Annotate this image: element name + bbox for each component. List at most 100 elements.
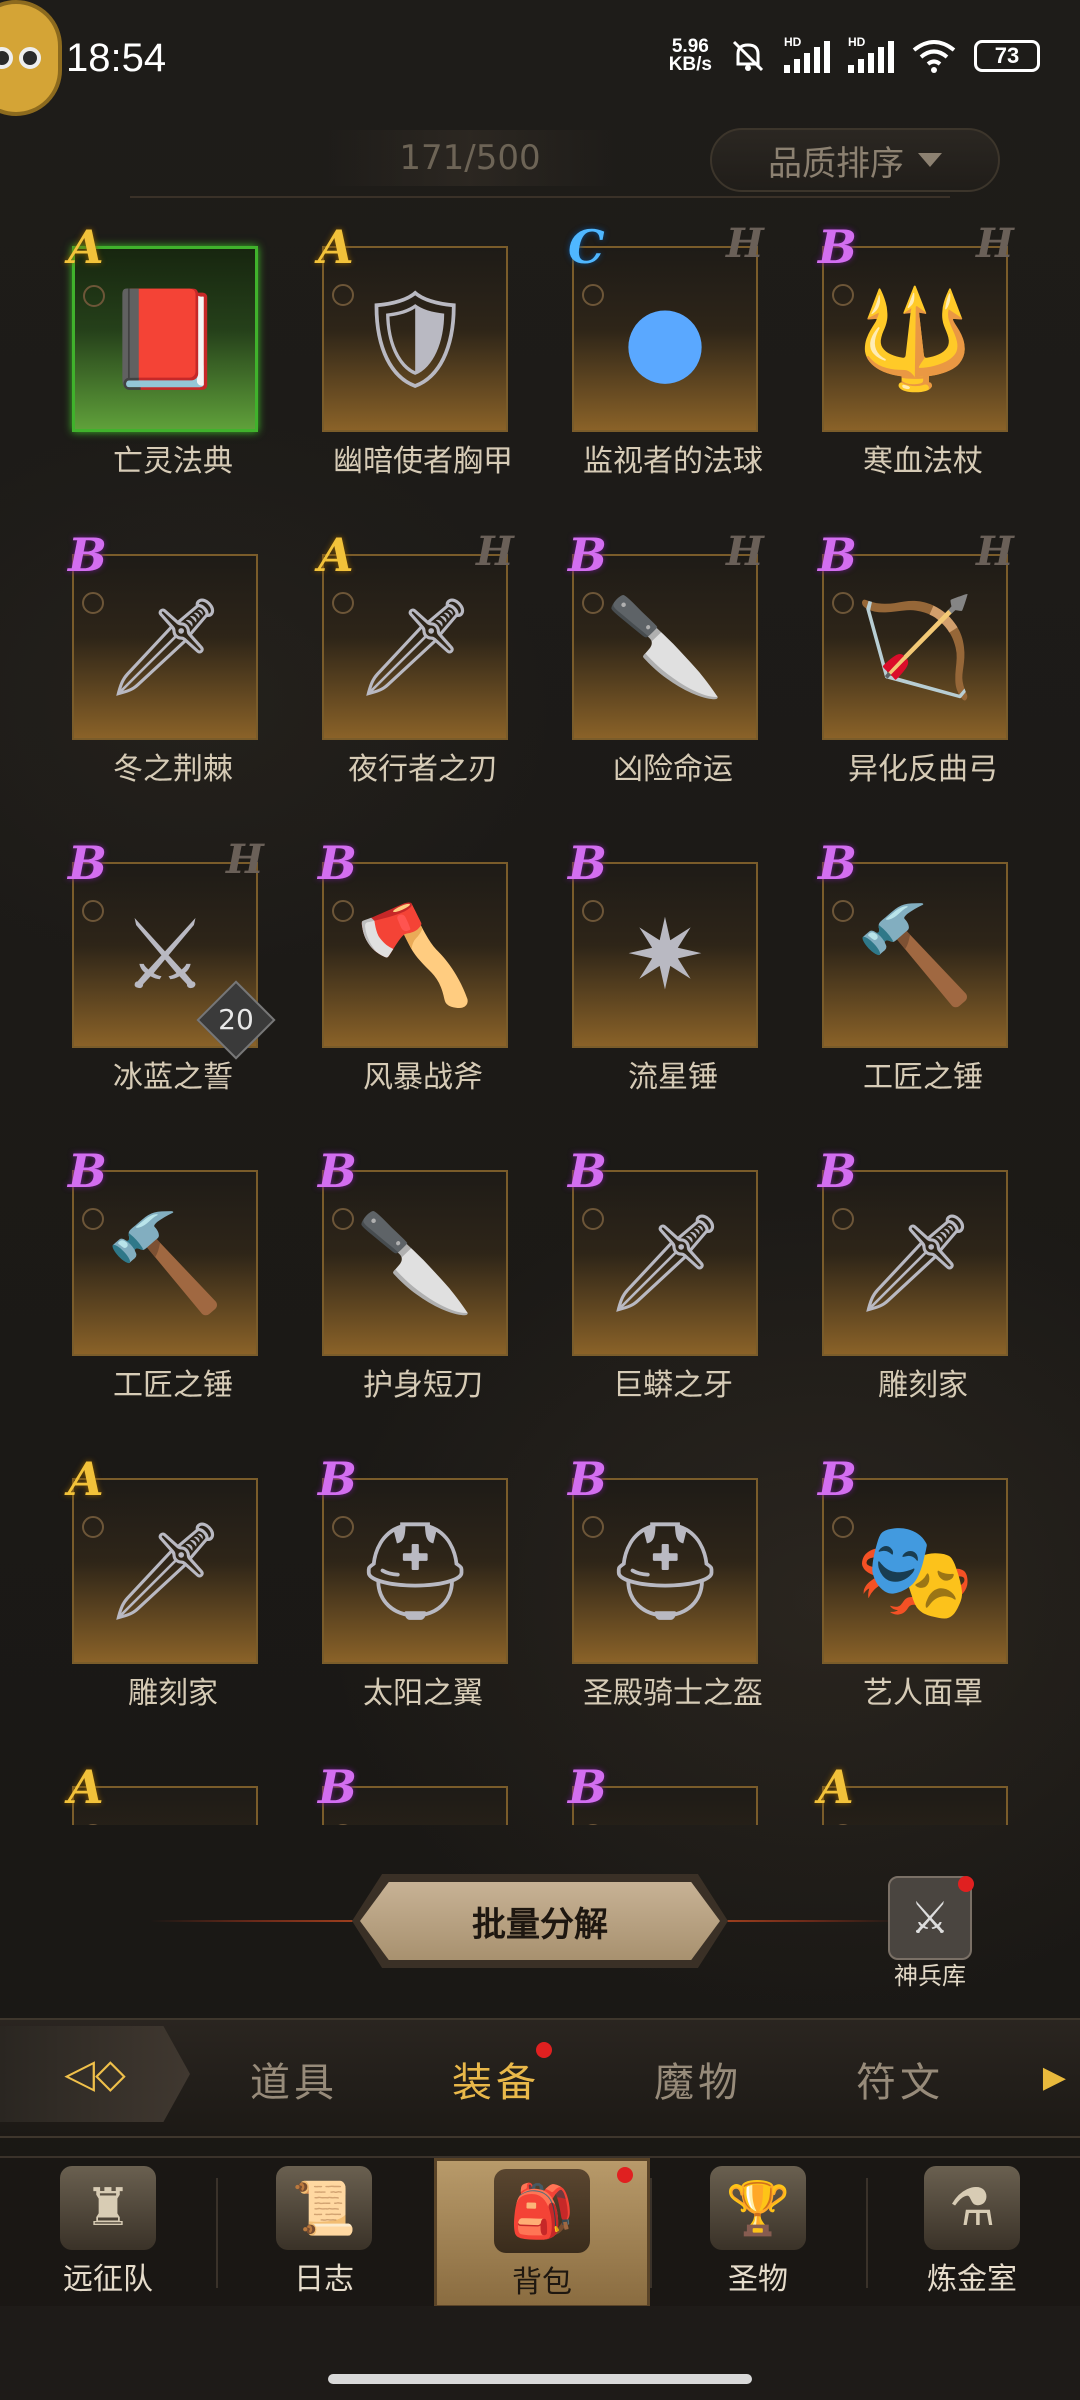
short-blade-icon: 🔪 [355,1206,475,1319]
grade-badge: A [318,220,354,274]
inventory-grid-viewport[interactable]: 📕 A 亡灵法典 🛡 A 幽暗使者胸甲 ● C H 监视者的法球 🔱 B H 寒血法杖 🗡 B 冬之荆棘 🗡 A H 夜… [0,220,1080,1825]
inventory-item[interactable]: 🗡 B 巨蟒之牙 [560,1144,810,1408]
tab-runes[interactable]: 符文 [856,2050,944,2108]
tabs-next-arrow-icon[interactable]: ▶ [1043,2060,1066,2095]
home-indicator[interactable] [328,2374,752,2384]
inventory-item[interactable]: ◆A [60,1760,310,1825]
item-name: 雕刻家 [128,1676,218,1711]
nav-expedition-label: 远征队 [63,2262,153,2297]
grade-badge: A [68,1452,104,1506]
grade-badge: A [68,1760,104,1814]
grade-badge: B [568,528,607,582]
item-name: 圣殿骑士之盔 [583,1676,763,1711]
inventory-item[interactable]: ◆A [810,1760,1060,1825]
dagger-icon: 🗡 [354,590,476,703]
header-divider [130,196,950,216]
grade-badge: B [68,528,107,582]
bottom-nav: ♜ 远征队 📜 日志 🎒 背包 🏆 圣物 ⚗ 炼金室 [0,2156,1080,2308]
item-icon: ◆ [845,1799,985,1825]
bulk-action-bar: 批量分解 ⚔ 神兵库 [0,1860,1080,1990]
nav-backpack[interactable]: 🎒 背包 [434,2158,650,2308]
inventory-item[interactable]: 🪓 B 风暴战斧 [310,836,560,1100]
grade-badge: B [68,836,107,890]
tab-monsters[interactable]: 魔物 [654,2050,742,2108]
inventory-item[interactable]: ⛑ B 圣殿骑士之盔 [560,1452,810,1716]
inventory-item[interactable]: 🎭 B 艺人面罩 [810,1452,1060,1716]
nav-journal[interactable]: 📜 日志 [216,2158,432,2308]
nav-alchemy[interactable]: ⚗ 炼金室 [864,2158,1080,2308]
inventory-item[interactable]: ✷ B 流星锤 [560,836,810,1100]
inventory-item[interactable]: 📕 A 亡灵法典 [60,220,310,484]
inventory-item[interactable]: 🗡 B 冬之荆棘 [60,528,310,792]
item-name: 亡灵法典 [113,444,233,479]
tab-equipment[interactable]: 装备 [452,2050,540,2108]
app-avatar-icon[interactable] [0,0,62,116]
tome-icon: 📕 [105,282,225,395]
inventory-item[interactable]: 🗡 A H 夜行者之刃 [310,528,560,792]
grade-badge: B [818,836,857,890]
nav-expedition[interactable]: ♜ 远征队 [0,2158,216,2308]
mask-icon: 🎭 [855,1514,975,1627]
footer-band [0,2306,1080,2400]
item-name: 异化反曲弓 [848,752,998,787]
inventory-item[interactable]: 🛡 A 幽暗使者胸甲 [310,220,560,484]
item-icon: ◆ [345,1799,485,1825]
knife-icon: 🔪 [605,590,725,703]
item-name: 巨蟒之牙 [613,1368,733,1403]
inventory-item[interactable]: ⚔ B H 20 冰蓝之誓 [60,836,310,1100]
grade-badge: B [568,836,607,890]
staff-icon: 🔱 [855,282,975,395]
sort-by-quality-button[interactable]: 品质排序 [710,128,1000,192]
sort-label: 品质排序 [768,143,904,184]
armory-badge [958,1876,974,1892]
nav-backpack-badge [617,2167,633,2183]
status-bar: 18:54 5.96 KB/s HD HD 73 [0,0,1080,120]
heroic-mark-icon: H [976,528,1014,575]
network-speed: 5.96 KB/s [668,36,712,75]
grade-badge: B [568,1452,607,1506]
nav-relics-label: 圣物 [728,2262,788,2297]
grade-badge: B [318,836,357,890]
winged-helm-icon: ⛑ [354,1514,476,1627]
hammer-icon: 🔨 [855,898,975,1011]
inventory-item[interactable]: 🗡 B 雕刻家 [810,1144,1060,1408]
backpack-icon: 🎒 [494,2169,590,2253]
grade-badge: B [818,220,857,274]
serrated-dagger-icon: 🗡 [604,1206,726,1319]
tab-items[interactable]: 道具 [250,2050,338,2108]
item-name: 太阳之翼 [363,1676,483,1711]
inventory-item[interactable]: 🏹 B H 异化反曲弓 [810,528,1060,792]
collapse-tabs-button[interactable]: ◁◇ [0,2026,190,2122]
armory-button[interactable]: ⚔ 神兵库 [880,1876,980,1990]
heroic-mark-icon: H [726,220,764,267]
inventory-item[interactable]: ● C H 监视者的法球 [560,220,810,484]
item-name: 凶险命运 [613,752,733,787]
grade-badge: B [818,1144,857,1198]
inventory-item[interactable]: ⛑ B 太阳之翼 [310,1452,560,1716]
inventory-item[interactable]: 🔨 B 工匠之锤 [60,1144,310,1408]
bulk-decompose-button[interactable]: 批量分解 [360,1882,720,1960]
grade-badge: B [318,1452,357,1506]
item-name: 监视者的法球 [583,444,763,479]
nav-relics[interactable]: 🏆 圣物 [650,2158,866,2308]
grade-badge: C [568,220,605,274]
scroll-icon: 📜 [276,2166,372,2250]
armory-label: 神兵库 [894,1962,966,1990]
inventory-grid: 📕 A 亡灵法典 🛡 A 幽暗使者胸甲 ● C H 监视者的法球 🔱 B H 寒血法杖 🗡 B 冬之荆棘 🗡 A H 夜… [60,220,1060,1825]
item-icon: ◆ [95,1799,235,1825]
inventory-item[interactable]: 🔪 B 护身短刀 [310,1144,560,1408]
grade-badge: A [318,528,354,582]
inventory-item[interactable]: 🔱 B H 寒血法杖 [810,220,1060,484]
inventory-item[interactable]: ◆B [310,1760,560,1825]
inventory-item[interactable]: 🗡 A 雕刻家 [60,1452,310,1716]
grade-badge: B [568,1144,607,1198]
inventory-item[interactable]: 🔪 B H 凶险命运 [560,528,810,792]
item-name: 护身短刀 [363,1368,483,1403]
item-name: 工匠之锤 [863,1060,983,1095]
inventory-item[interactable]: ◆B [560,1760,810,1825]
hammer-icon: 🔨 [105,1206,225,1319]
grade-badge: A [68,220,104,274]
item-name: 冬之荆棘 [113,752,233,787]
clock: 18:54 [66,36,167,80]
inventory-item[interactable]: 🔨 B 工匠之锤 [810,836,1060,1100]
